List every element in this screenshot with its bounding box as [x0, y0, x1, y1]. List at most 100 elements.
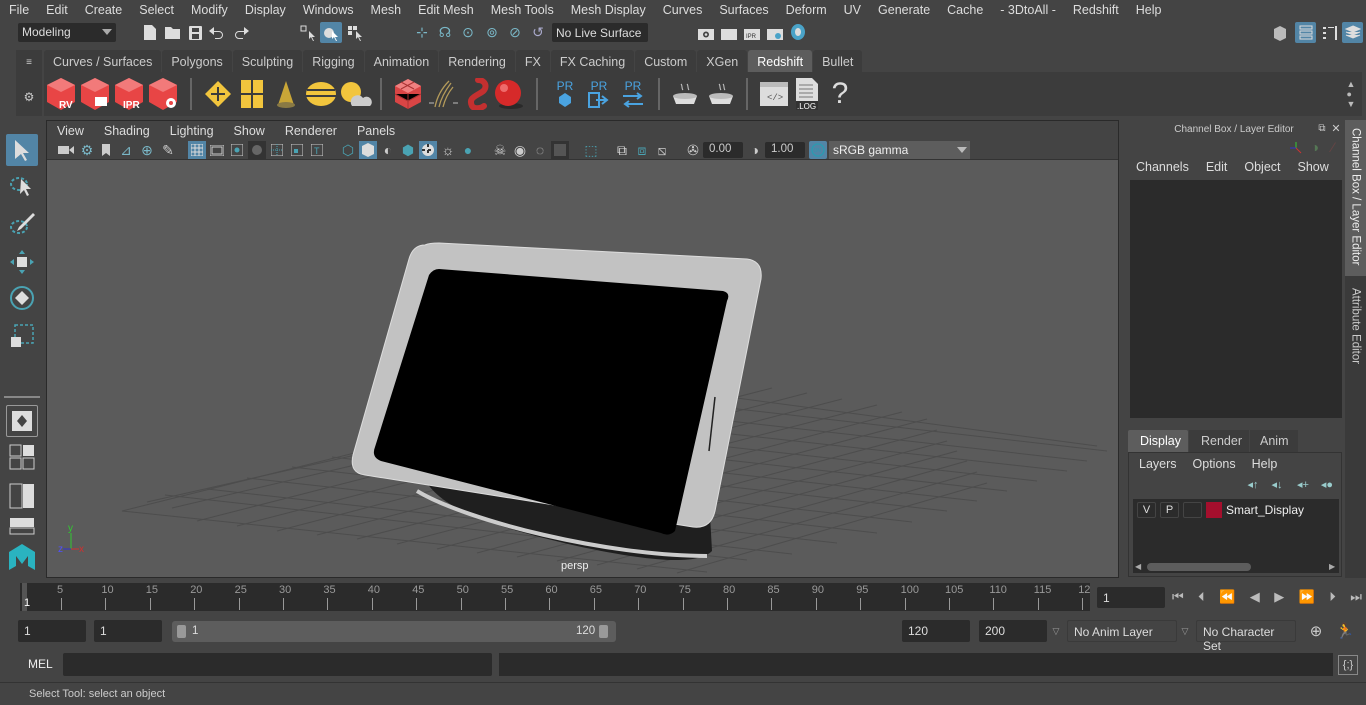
- current-frame-field[interactable]: 1: [1097, 587, 1165, 608]
- shelf-tab-polygons[interactable]: Polygons: [162, 50, 232, 72]
- shelf-tab-redshift[interactable]: Redshift: [748, 50, 813, 72]
- viewport-panel[interactable]: View Shading Lighting Show Renderer Pane…: [46, 120, 1119, 578]
- menu-windows[interactable]: Windows: [294, 3, 362, 17]
- redo-icon[interactable]: [232, 24, 250, 41]
- wireframe-icon[interactable]: ⬡: [339, 141, 357, 159]
- viewport-menu-show[interactable]: Show: [224, 124, 275, 138]
- shelf-tab-rigging[interactable]: Rigging: [303, 50, 364, 72]
- ambient-occlusion-icon[interactable]: ◉: [511, 141, 529, 159]
- layer-color-swatch[interactable]: [1206, 502, 1222, 518]
- layer-menu-options[interactable]: Options: [1193, 457, 1236, 471]
- channel-box-toggle-icon[interactable]: [1342, 22, 1363, 43]
- viewport-menu-renderer[interactable]: Renderer: [275, 124, 347, 138]
- resolution-gate-icon[interactable]: [228, 141, 246, 159]
- go-to-start-icon[interactable]: ⏮: [1172, 589, 1184, 605]
- snap-to-curve-icon[interactable]: ☊: [435, 23, 455, 42]
- lasso-tool-icon[interactable]: [6, 172, 38, 204]
- new-layer-selected-icon[interactable]: ◂●: [1319, 477, 1335, 491]
- hud-icon[interactable]: ⧅: [653, 141, 671, 159]
- shelf-tab-animation[interactable]: Animation: [364, 50, 439, 72]
- sun-sky-icon[interactable]: [338, 78, 372, 110]
- camera-attributes-icon[interactable]: ⚙: [78, 142, 96, 158]
- playback-start-field[interactable]: 1: [94, 620, 162, 642]
- hypershade-icon[interactable]: [788, 22, 808, 42]
- scroll-right-icon[interactable]: ▶: [1329, 562, 1335, 571]
- hyperbolic-icon[interactable]: ⁄: [1326, 139, 1340, 155]
- menu-display[interactable]: Display: [236, 3, 294, 17]
- cb-menu-edit[interactable]: Edit: [1206, 160, 1228, 178]
- pr-proxy-icon[interactable]: PR: [550, 76, 580, 112]
- playback-end-field[interactable]: 120: [902, 620, 970, 642]
- outliner-persp-layout-icon[interactable]: [6, 480, 38, 512]
- four-view-layout-icon[interactable]: [6, 442, 38, 472]
- step-forward-frame-icon[interactable]: ⏵: [1329, 589, 1336, 605]
- exposure-field[interactable]: 0.00: [703, 142, 743, 158]
- shelf-tab-sculpting[interactable]: Sculpting: [232, 50, 303, 72]
- range-start-handle[interactable]: [177, 625, 186, 638]
- command-input[interactable]: [63, 653, 492, 676]
- menu-select[interactable]: Select: [130, 3, 182, 17]
- use-all-lights-icon[interactable]: ☼: [439, 141, 457, 159]
- menu-create[interactable]: Create: [76, 3, 131, 17]
- scale-tool-icon[interactable]: [6, 320, 38, 352]
- script-editor-button-icon[interactable]: {;}: [1338, 655, 1358, 675]
- render-view-icon[interactable]: [696, 23, 716, 42]
- snap-to-grid-icon[interactable]: ⊹: [412, 23, 432, 42]
- render-frame-icon[interactable]: [719, 23, 739, 42]
- menu-help[interactable]: Help: [1127, 3, 1170, 17]
- portal-light-icon[interactable]: [236, 78, 268, 110]
- move-tool-icon[interactable]: [6, 246, 38, 278]
- field-chart-icon[interactable]: [268, 141, 286, 159]
- exposure-icon[interactable]: ✇: [684, 141, 702, 159]
- auto-key-icon[interactable]: ⊕: [1306, 621, 1326, 641]
- play-backwards-icon[interactable]: ◀: [1250, 589, 1260, 605]
- film-gate-icon[interactable]: [208, 141, 226, 159]
- undo-icon[interactable]: [208, 24, 226, 41]
- cb-menu-object[interactable]: Object: [1244, 160, 1280, 178]
- attribute-editor-toggle-icon[interactable]: [1295, 22, 1316, 43]
- menu-deform[interactable]: Deform: [777, 3, 835, 17]
- menu-mesh-tools[interactable]: Mesh Tools: [482, 3, 562, 17]
- render-settings-icon[interactable]: [146, 77, 179, 111]
- new-layer-icon[interactable]: ◂+: [1295, 477, 1311, 491]
- select-by-object-icon[interactable]: [320, 22, 342, 43]
- shadows-icon[interactable]: ●: [459, 141, 477, 159]
- proxy-cube-icon[interactable]: [392, 77, 424, 111]
- menu-curves[interactable]: Curves: [654, 3, 711, 17]
- menu-uv[interactable]: UV: [835, 3, 869, 17]
- shelf-tab-curves-surfaces[interactable]: Curves / Surfaces: [44, 50, 162, 72]
- go-to-end-icon[interactable]: ⏭: [1350, 589, 1362, 605]
- rv-render-icon[interactable]: RV: [44, 77, 77, 111]
- graph-persp-layout-icon[interactable]: [6, 516, 38, 536]
- speed-icon[interactable]: ◑: [1308, 139, 1322, 155]
- grid-toggle-icon[interactable]: [188, 141, 206, 159]
- gamma-icon[interactable]: ◑: [747, 141, 763, 159]
- mode-selector[interactable]: Modeling: [18, 23, 116, 42]
- menu-modify[interactable]: Modify: [182, 3, 236, 17]
- make-live-icon[interactable]: ⊘: [505, 23, 525, 42]
- menu-file[interactable]: File: [0, 3, 37, 17]
- layer-display-type-toggle[interactable]: [1183, 502, 1202, 518]
- side-tab-channel-box[interactable]: Channel Box / Layer Editor: [1345, 120, 1366, 276]
- xray-icon[interactable]: ☠: [491, 141, 509, 159]
- snap-together-icon[interactable]: ↺: [528, 23, 548, 42]
- channel-list[interactable]: [1130, 180, 1342, 418]
- layer-tab-render[interactable]: Render: [1189, 430, 1249, 452]
- select-by-hierarchy-icon[interactable]: [298, 23, 318, 42]
- viewport-menu-shading[interactable]: Shading: [94, 124, 160, 138]
- shelf-tab-custom[interactable]: Custom: [635, 50, 697, 72]
- layer-name[interactable]: Smart_Display: [1226, 503, 1304, 517]
- area-light-icon[interactable]: [202, 78, 234, 110]
- move-layer-up-icon[interactable]: ◂↑: [1245, 477, 1261, 491]
- layer-tab-display[interactable]: Display: [1128, 430, 1188, 452]
- anti-aliasing-icon[interactable]: [551, 141, 569, 159]
- new-scene-icon[interactable]: [142, 24, 158, 41]
- shelf-menu-icon[interactable]: ≡: [22, 56, 36, 68]
- baking-options-icon[interactable]: [704, 78, 738, 110]
- safe-title-icon[interactable]: T: [308, 141, 326, 159]
- play-forwards-icon[interactable]: ▶: [1274, 589, 1284, 605]
- ipr-render-icon[interactable]: IPR: [742, 23, 762, 42]
- viewport-menu-panels[interactable]: Panels: [347, 124, 405, 138]
- menu-redshift[interactable]: Redshift: [1064, 3, 1127, 17]
- hair-icon[interactable]: [426, 78, 460, 110]
